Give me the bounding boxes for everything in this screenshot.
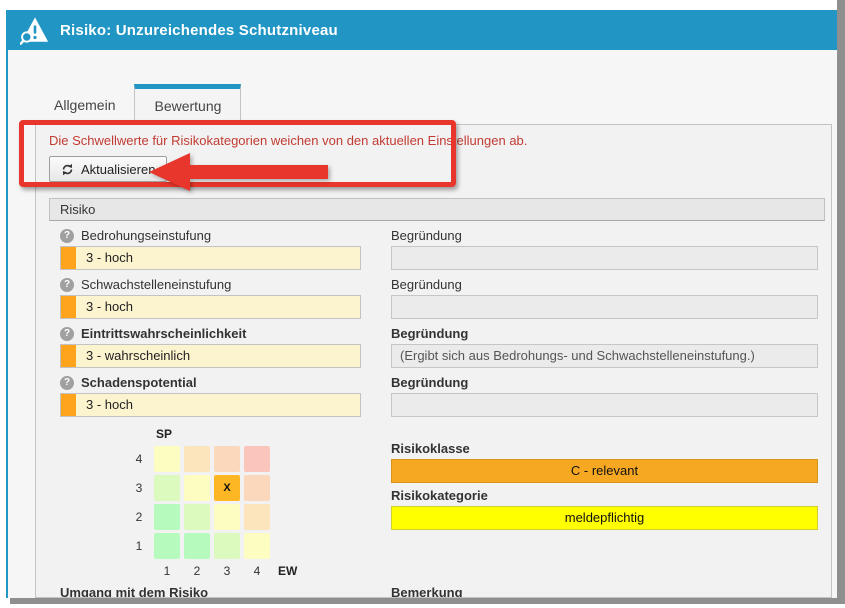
begruendung-input[interactable]	[391, 246, 818, 270]
matrix-row-label: 3	[128, 481, 150, 495]
rating-color-strip	[61, 247, 76, 269]
risikokategorie-label: Risikokategorie	[391, 488, 818, 504]
umgang-label: Umgang mit dem Risiko	[60, 585, 361, 598]
matrix-col-label: 4	[244, 563, 270, 579]
risk-matrix: SP 43X211234EW	[128, 427, 361, 579]
eintrittswahrscheinlichkeit-select[interactable]: 3 - wahrscheinlich	[60, 344, 361, 368]
matrix-cell	[214, 446, 240, 472]
matrix-col-label: 3	[214, 563, 240, 579]
risiko-section-header: Risiko	[49, 198, 825, 221]
begruendung-label: Begründung	[391, 375, 818, 391]
matrix-cell	[154, 475, 180, 501]
matrix-cell	[244, 475, 270, 501]
field-row-bedrohung: ? Bedrohungseinstufung 3 - hoch Begründu…	[36, 228, 831, 270]
matrix-x-axis-label: EW	[278, 564, 297, 578]
bedrohungseinstufung-label: Bedrohungseinstufung	[81, 228, 211, 244]
aktualisieren-button-label: Aktualisieren	[81, 162, 155, 177]
risk-matrix-grid: 43X211234EW	[128, 446, 361, 579]
window-right-border	[837, 0, 845, 604]
tab-bar: Allgemein Bewertung	[35, 84, 837, 125]
window-title: Risiko: Unzureichendes Schutzniveau	[60, 22, 338, 39]
matrix-cell	[184, 446, 210, 472]
matrix-cell	[214, 533, 240, 559]
help-icon[interactable]: ?	[60, 327, 74, 341]
begruendung-input[interactable]: (Ergibt sich aus Bedrohungs- und Schwach…	[391, 344, 818, 368]
risikoklasse-label: Risikoklasse	[391, 441, 818, 457]
eintrittswahrscheinlichkeit-label: Eintrittswahrscheinlichkeit	[81, 326, 246, 342]
bedrohungseinstufung-select[interactable]: 3 - hoch	[60, 246, 361, 270]
matrix-col-label: 2	[184, 563, 210, 579]
schwachstelleneinstufung-label: Schwachstelleneinstufung	[81, 277, 231, 293]
bewertung-tab-panel: Die Schwellwerte für Risikokategorien we…	[35, 124, 832, 598]
schadenspotential-label: Schadenspotential	[81, 375, 197, 391]
begruendung-label: Begründung	[391, 326, 818, 342]
matrix-row-label: 2	[128, 510, 150, 524]
results-column: Risikoklasse C - relevant Risikokategori…	[391, 427, 818, 579]
risikokategorie-bar: meldepflichtig	[391, 506, 818, 530]
matrix-row-label: 1	[128, 539, 150, 553]
help-icon[interactable]: ?	[60, 278, 74, 292]
matrix-col-label: 1	[154, 563, 180, 579]
matrix-row-label: 4	[128, 452, 150, 466]
matrix-results-row: SP 43X211234EW Risikoklasse C - relevant…	[36, 427, 831, 579]
field-row-schwachstelle: ? Schwachstelleneinstufung 3 - hoch Begr…	[36, 277, 831, 319]
matrix-cell	[244, 533, 270, 559]
rating-color-strip	[61, 345, 76, 367]
matrix-cell	[154, 533, 180, 559]
window-titlebar: Risiko: Unzureichendes Schutzniveau	[8, 10, 837, 50]
schwachstelleneinstufung-select[interactable]: 3 - hoch	[60, 295, 361, 319]
schadenspotential-select[interactable]: 3 - hoch	[60, 393, 361, 417]
help-icon[interactable]: ?	[60, 376, 74, 390]
schadenspotential-value: 3 - hoch	[76, 394, 133, 416]
bemerkung-label: Bemerkung	[391, 585, 818, 598]
tab-allgemein[interactable]: Allgemein	[35, 85, 134, 125]
help-icon[interactable]: ?	[60, 229, 74, 243]
aktualisieren-button[interactable]: Aktualisieren	[49, 156, 167, 182]
matrix-cell	[214, 504, 240, 530]
matrix-cell	[184, 475, 210, 501]
matrix-cell	[154, 504, 180, 530]
refresh-icon	[61, 163, 74, 176]
matrix-cell-selected: X	[214, 475, 240, 501]
matrix-cell	[244, 504, 270, 530]
matrix-cell	[244, 446, 270, 472]
begruendung-label: Begründung	[391, 277, 818, 293]
begruendung-input[interactable]	[391, 393, 818, 417]
risikoklasse-bar: C - relevant	[391, 459, 818, 483]
window-bottom-border	[10, 598, 845, 604]
matrix-cell	[154, 446, 180, 472]
matrix-cell	[184, 504, 210, 530]
bedrohungseinstufung-value: 3 - hoch	[76, 247, 133, 269]
rating-color-strip	[61, 394, 76, 416]
threshold-warning-text: Die Schwellwerte für Risikokategorien we…	[49, 133, 831, 148]
bottom-row: Umgang mit dem Risiko behandeln Bemerkun…	[36, 585, 831, 598]
rating-color-strip	[61, 296, 76, 318]
schwachstelleneinstufung-value: 3 - hoch	[76, 296, 133, 318]
tab-bewertung[interactable]: Bewertung	[134, 84, 241, 125]
begruendung-input[interactable]	[391, 295, 818, 319]
field-row-eintrittswahrscheinlichkeit: ? Eintrittswahrscheinlichkeit 3 - wahrsc…	[36, 326, 831, 368]
risk-detail-window: Risiko: Unzureichendes Schutzniveau Allg…	[6, 10, 837, 598]
begruendung-label: Begründung	[391, 228, 818, 244]
eintrittswahrscheinlichkeit-value: 3 - wahrscheinlich	[76, 345, 190, 367]
matrix-y-axis-label: SP	[156, 427, 361, 443]
matrix-cell	[184, 533, 210, 559]
risk-warning-icon	[20, 15, 50, 45]
risiko-fields: ? Bedrohungseinstufung 3 - hoch Begründu…	[36, 228, 831, 417]
field-row-schadenspotential: ? Schadenspotential 3 - hoch Begründung	[36, 375, 831, 417]
